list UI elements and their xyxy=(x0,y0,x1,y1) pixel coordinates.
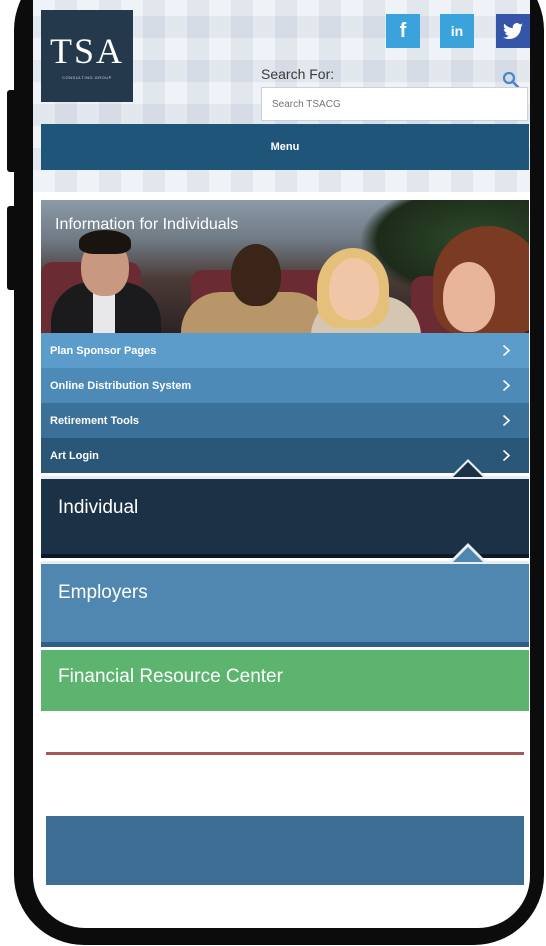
twitter-icon[interactable] xyxy=(496,14,530,48)
tsa-logo[interactable]: TSA CONSULTING GROUP xyxy=(41,10,133,102)
nav-item-label: Plan Sponsor Pages xyxy=(50,344,157,357)
search-input[interactable] xyxy=(261,87,528,121)
phone-side-button-upper xyxy=(7,90,17,172)
tab-notch xyxy=(453,462,483,477)
menu-button[interactable]: Menu xyxy=(41,124,529,170)
logo-text: TSA xyxy=(49,30,124,71)
chevron-right-icon xyxy=(502,449,511,462)
site-header: TSA CONSULTING GROUP f in Search For: Me… xyxy=(33,0,530,192)
hero-title: Information for Individuals xyxy=(55,216,239,233)
tab-employers-label: Employers xyxy=(58,582,148,603)
content-divider xyxy=(46,752,524,755)
nav-item-online-distribution-system[interactable]: Online Distribution System xyxy=(41,368,529,403)
search-label: Search For: xyxy=(261,66,335,82)
nav-item-label: Art Login xyxy=(50,449,99,462)
phone-screen: TSA CONSULTING GROUP f in Search For: Me… xyxy=(33,0,530,928)
tab-individual-label: Individual xyxy=(58,497,139,518)
nav-item-label: Retirement Tools xyxy=(50,414,140,427)
chevron-right-icon xyxy=(502,379,511,392)
twitter-bird-glyph xyxy=(503,23,523,39)
facebook-glyph: f xyxy=(399,19,407,42)
logo-subtext: CONSULTING GROUP xyxy=(62,74,112,80)
tab-financial-resource-center[interactable]: Financial Resource Center xyxy=(41,650,529,711)
linkedin-glyph: in xyxy=(450,23,464,39)
tab-employers[interactable]: Employers xyxy=(41,561,529,647)
chevron-right-icon xyxy=(502,414,511,427)
linkedin-icon[interactable]: in xyxy=(440,14,474,48)
chevron-right-icon xyxy=(502,344,511,357)
tab-financial-label: Financial Resource Center xyxy=(58,666,283,687)
nav-item-retirement-tools[interactable]: Retirement Tools xyxy=(41,403,529,438)
tab-notch xyxy=(453,547,483,562)
menu-label: Menu xyxy=(270,141,300,153)
phone-side-button-lower xyxy=(7,206,17,290)
nav-item-plan-sponsor-pages[interactable]: Plan Sponsor Pages xyxy=(41,333,529,368)
hero-banner: Information for Individuals xyxy=(41,200,529,333)
nav-item-label: Online Distribution System xyxy=(50,379,192,392)
footer-block xyxy=(46,816,524,885)
facebook-icon[interactable]: f xyxy=(386,14,420,48)
